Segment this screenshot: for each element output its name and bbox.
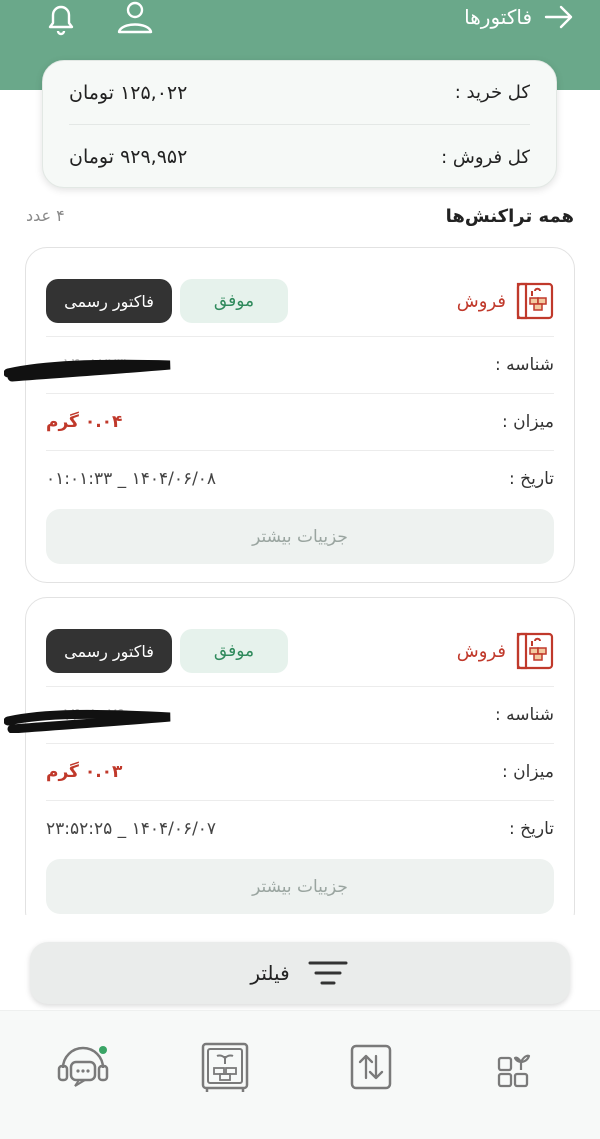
transaction-card: فروش موفق فاکتور رسمی شناسه : ۱۴۰۱۷۲۳ می… xyxy=(4,247,575,583)
official-invoice-button[interactable]: فاکتور رسمی xyxy=(46,629,172,673)
card-header: فروش موفق فاکتور رسمی xyxy=(46,628,554,674)
arrow-right-icon[interactable] xyxy=(544,4,574,30)
header-title-group[interactable]: فاکتورها xyxy=(464,0,574,34)
page-title: فاکتورها xyxy=(464,5,532,29)
user-icon[interactable] xyxy=(114,0,156,36)
transaction-card: فروش موفق فاکتور رسمی شناسه : ۱۴۰۱۰۷۹ می… xyxy=(4,597,575,915)
total-sale-value: ۹۲۹,۹۵۲ تومان xyxy=(69,146,188,168)
transaction-list[interactable]: فروش موفق فاکتور رسمی شناسه : ۱۴۰۱۷۲۳ می… xyxy=(0,240,600,915)
gold-vault-icon xyxy=(516,282,554,320)
amount-value: ۰.۰۴ گرم xyxy=(46,412,123,432)
total-purchase-row: کل خرید : ۱۲۵,۰۲۲ تومان xyxy=(69,61,530,125)
transaction-type: فروش xyxy=(457,282,554,320)
transaction-type-label: فروش xyxy=(456,290,506,312)
id-value: ۱۴۰۱۷۲۳ xyxy=(4,355,171,382)
amount-label: میزان : xyxy=(502,412,554,432)
total-sale-label: کل فروش : xyxy=(441,146,530,168)
date-label: تاریخ : xyxy=(509,469,554,489)
card-badges: موفق فاکتور رسمی xyxy=(46,279,288,323)
transactions-count: ۴ عدد xyxy=(26,206,65,225)
filter-icon xyxy=(308,961,348,985)
date-label: تاریخ : xyxy=(509,819,554,839)
header-actions xyxy=(40,0,156,36)
date-value: ۱۴۰۴/۰۶/۰۸ _ ۰۱:۰۱:۳۳ xyxy=(46,469,217,489)
id-label: شناسه : xyxy=(494,705,554,725)
bottom-tab-bar xyxy=(0,1010,600,1139)
more-details-button[interactable]: جزییات بیشتر xyxy=(46,509,554,564)
date-row: تاریخ : ۱۴۰۴/۰۶/۰۷ _ ۲۳:۵۲:۲۵ xyxy=(46,800,554,857)
id-row: شناسه : ۱۴۰۱۰۷۹ xyxy=(4,686,554,743)
gold-vault-icon xyxy=(201,1042,249,1092)
transaction-type-label: فروش xyxy=(456,640,506,662)
dashboard-grid-icon xyxy=(497,1054,531,1088)
tab-support[interactable] xyxy=(48,1033,118,1103)
id-value: ۱۴۰۱۰۷۹ xyxy=(4,705,171,733)
card-badges: موفق فاکتور رسمی xyxy=(46,629,288,673)
filter-button[interactable]: فیلتر xyxy=(30,942,570,1004)
support-chat-icon xyxy=(57,1046,109,1087)
date-value: ۱۴۰۴/۰۶/۰۷ _ ۲۳:۵۲:۲۵ xyxy=(46,819,217,839)
filter-label: فیلتر xyxy=(250,961,290,985)
transfer-arrows-icon xyxy=(350,1044,392,1090)
more-details-button[interactable]: جزییات بیشتر xyxy=(46,859,554,914)
bell-icon[interactable] xyxy=(40,0,82,36)
totals-summary-card: کل خرید : ۱۲۵,۰۲۲ تومان کل فروش : ۹۲۹,۹۵… xyxy=(42,60,557,188)
amount-row: میزان : ۰.۰۴ گرم xyxy=(46,393,554,450)
redaction-scribble xyxy=(4,709,171,733)
official-invoice-button[interactable]: فاکتور رسمی xyxy=(46,279,172,323)
status-badge: موفق xyxy=(180,629,288,673)
tab-dashboard[interactable] xyxy=(480,1033,550,1103)
card-header: فروش موفق فاکتور رسمی xyxy=(46,278,554,324)
transaction-type: فروش xyxy=(457,632,554,670)
amount-label: میزان : xyxy=(502,762,554,782)
amount-value: ۰.۰۳ گرم xyxy=(46,762,123,782)
id-label: شناسه : xyxy=(494,355,554,375)
amount-row: میزان : ۰.۰۳ گرم xyxy=(46,743,554,800)
status-badge: موفق xyxy=(180,279,288,323)
date-row: تاریخ : ۱۴۰۴/۰۶/۰۸ _ ۰۱:۰۱:۳۳ xyxy=(46,450,554,507)
tab-gold[interactable] xyxy=(192,1033,262,1103)
total-purchase-label: کل خرید : xyxy=(454,82,530,103)
redaction-scribble xyxy=(4,359,171,382)
total-purchase-value: ۱۲۵,۰۲۲ تومان xyxy=(69,81,188,104)
total-sale-row: کل فروش : ۹۲۹,۹۵۲ تومان xyxy=(69,125,530,189)
gold-vault-icon xyxy=(516,632,554,670)
id-row: شناسه : ۱۴۰۱۷۲۳ xyxy=(4,336,554,393)
transactions-title: همه تراکنش‌ها xyxy=(445,206,574,227)
tab-transactions[interactable] xyxy=(337,1033,407,1103)
